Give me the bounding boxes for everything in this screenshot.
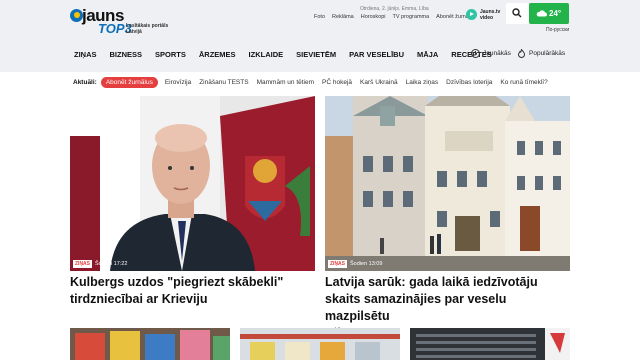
article-photo[interactable]: ZIŅAS Šodien 17:22 <box>70 96 315 271</box>
russian-language-link[interactable]: По-русски <box>546 27 569 33</box>
fire-icon <box>517 49 526 58</box>
weather-button[interactable]: 24° <box>529 3 569 24</box>
site-logo[interactable]: jauns TOP3 Lasītākais portāls Latvijā <box>70 6 170 36</box>
portrait-image <box>70 96 315 271</box>
top-link-foto[interactable]: Foto <box>314 14 325 20</box>
article-card-preview[interactable] <box>410 328 570 360</box>
trending-item-web-talk[interactable]: Ko runā tīmeklī? <box>500 79 547 86</box>
play-icon <box>466 9 477 20</box>
popular-link[interactable]: Populārākās <box>517 49 565 58</box>
article-photo[interactable]: ZIŅAS Šodien 13:09 <box>325 96 570 271</box>
article-card[interactable]: ZIŅAS Šodien 17:22 Kulbergs uzdos "piegr… <box>70 96 315 308</box>
jauns-tv-link[interactable]: Jauns.tv video <box>466 4 506 24</box>
trending-item-lottery[interactable]: Dzīvības loterija <box>446 79 492 86</box>
main-nav: ZIŅAS BIZNESS SPORTS ĀRZEMES IZKLAIDE SI… <box>74 50 505 59</box>
nav-item-sievietem[interactable]: SIEVIETĒM <box>296 50 336 59</box>
magazines-image <box>70 328 230 360</box>
trending-item-weather[interactable]: Laika ziņas <box>406 79 439 86</box>
article-card-preview[interactable] <box>240 328 400 360</box>
trending-label: Aktuāli: <box>73 78 97 86</box>
nav-item-par-veselibu[interactable]: PAR VESELĪBU <box>349 50 404 59</box>
article-card-preview[interactable] <box>70 328 230 360</box>
trending-item-subscribe[interactable]: Abonēt žurnālus <box>100 76 158 88</box>
trending-item-parents[interactable]: Mammām un tētiem <box>257 79 314 86</box>
trending-item-hockey[interactable]: PČ hokejā <box>322 79 352 86</box>
nav-item-arzemes[interactable]: ĀRZEMES <box>199 50 236 59</box>
store-shelves-image <box>240 328 400 360</box>
newest-link[interactable]: Jaunākās <box>471 49 511 58</box>
nav-item-maja[interactable]: MĀJA <box>417 50 438 59</box>
nav-item-sports[interactable]: SPORTS <box>155 50 186 59</box>
top-links: Foto Reklāma Horoskopi TV programma Abon… <box>314 14 476 20</box>
article-headline[interactable]: Kulbergs uzdos "piegriezt skābekli" tird… <box>70 274 315 308</box>
site-header: jauns TOP3 Lasītākais portāls Latvijā Ot… <box>0 0 640 72</box>
weather-temperature: 24° <box>549 9 562 18</box>
popular-label: Populārākās <box>529 50 566 57</box>
article-meta: ZIŅAS Šodien 17:22 <box>73 260 127 268</box>
article-time: Šodien 13:09 <box>350 261 383 267</box>
article-card[interactable]: ZIŅAS Šodien 13:09 Latvija sarūk: gada l… <box>325 96 570 334</box>
newest-label: Jaunākās <box>483 50 511 57</box>
nav-item-zinas[interactable]: ZIŅAS <box>74 50 97 59</box>
category-badge[interactable]: ZIŅAS <box>328 260 347 268</box>
logo-tagline: Lasītākais portāls Latvijā <box>126 23 169 35</box>
trending-item-ukraine-war[interactable]: Karš Ukrainā <box>360 79 398 86</box>
trending-item-quiz[interactable]: Zināšanu TESTS <box>199 79 248 86</box>
cloud-icon <box>536 10 547 17</box>
category-badge[interactable]: ZIŅAS <box>73 260 92 268</box>
top-link-reklama[interactable]: Reklāma <box>332 14 354 20</box>
top-link-horoskopi[interactable]: Horoskopi <box>361 14 386 20</box>
search-icon <box>512 8 522 18</box>
nav-item-izklaide[interactable]: IZKLAIDE <box>249 50 284 59</box>
trending-bar: Aktuāli: Abonēt žurnālus Eirovīzija Zinā… <box>73 75 556 89</box>
nav-item-bizness[interactable]: BIZNESS <box>110 50 143 59</box>
date-nameday: Otrdiena, 2. jūnijs. Emma, Lība <box>360 6 429 12</box>
clock-icon <box>471 49 480 58</box>
search-button[interactable] <box>506 3 529 24</box>
trending-item-eurovision[interactable]: Eirovīzija <box>165 79 191 86</box>
article-meta: ZIŅAS Šodien 13:09 <box>328 260 382 268</box>
departure-board-image <box>410 328 570 360</box>
article-headline[interactable]: Latvija sarūk: gada laikā iedzīvotāju sk… <box>325 274 570 325</box>
buildings-image <box>325 96 570 271</box>
article-time: Šodien 17:22 <box>95 261 128 267</box>
top-link-tv[interactable]: TV programma <box>392 14 429 20</box>
